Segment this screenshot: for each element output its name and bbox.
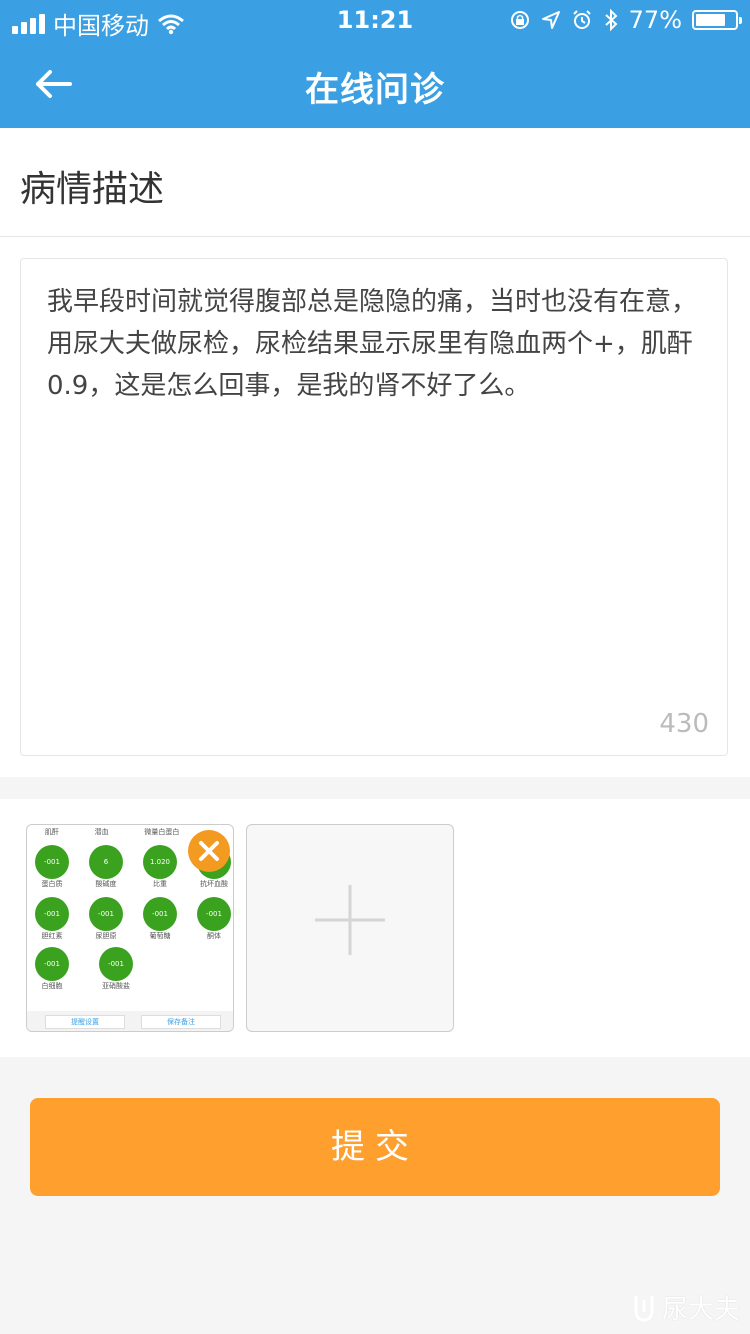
thumb-cell: -001 白细胞 — [35, 947, 69, 991]
thumb-label: 尿胆原 — [95, 932, 117, 940]
top-bar: 中国移动 11:21 77% 在线问诊 — [0, 0, 750, 128]
status-bar: 中国移动 11:21 77% — [0, 0, 750, 40]
alarm-icon — [572, 10, 591, 29]
watermark-text: 尿大夫 — [661, 1295, 740, 1325]
description-panel: 我早段时间就觉得腹部总是隐隐的痛，当时也没有在意，用尿大夫做尿检，尿检结果显示尿… — [0, 237, 750, 777]
thumb-button: 保存备注 — [141, 1015, 221, 1029]
character-count: 430 — [659, 709, 709, 739]
rotation-lock-icon — [510, 11, 529, 29]
description-text: 我早段时间就觉得腹部总是隐隐的痛，当时也没有在意，用尿大夫做尿检，尿检结果显示尿… — [47, 287, 698, 401]
thumb-label: 比重 — [153, 880, 167, 888]
remove-image-button[interactable] — [188, 830, 230, 872]
thumb-label: 胆红素 — [41, 932, 63, 940]
result-circle: -001 — [35, 947, 69, 981]
thumb-label: 微量白蛋白 — [144, 828, 180, 836]
status-right: 77% — [509, 6, 742, 34]
thumb-label: 酮体 — [207, 932, 221, 940]
submit-button[interactable]: 提交 — [30, 1098, 720, 1196]
image-panel: 肌酐 潜血 微量白蛋白 -001 蛋白质 6 酸碱度 1.020 比重 抗坏血酸 -0… — [0, 799, 750, 1057]
location-icon — [541, 11, 560, 29]
thumb-cell: -001 胆红素 — [35, 897, 69, 941]
result-circle: -001 — [35, 897, 69, 931]
thumb-cell: -001 尿胆原 — [89, 897, 123, 941]
thumb-label: 肌酐 — [44, 828, 59, 836]
result-circle: 1.020 — [143, 845, 177, 879]
thumb-label: 酸碱度 — [95, 880, 117, 888]
thumb-label: 抗坏血酸 — [200, 880, 228, 888]
battery-fill — [696, 14, 726, 26]
thumb-cell: -001 蛋白质 — [35, 845, 69, 889]
thumb-label: 葡萄糖 — [149, 932, 171, 940]
thumb-cell: 1.020 比重 — [143, 845, 177, 889]
thumb-label: 潜血 — [94, 828, 109, 836]
thumb-row3: -001 胆红素 -001 尿胆原 -001 葡萄糖 -001 酮体 — [35, 897, 231, 941]
bluetooth-icon — [604, 8, 618, 32]
result-circle: -001 — [35, 845, 69, 879]
page-title: 在线问诊 — [305, 70, 445, 110]
thumb-label: 亚硝酸盐 — [102, 982, 130, 990]
result-circle: -001 — [197, 897, 231, 931]
add-image-button[interactable] — [246, 824, 454, 1032]
close-icon — [199, 841, 219, 861]
page: 中国移动 11:21 77% 在线问诊 病情描述 我早段时间就觉得腹部总是隐隐的… — [0, 0, 750, 1334]
thumb-label: 蛋白质 — [41, 880, 63, 888]
plus-icon — [315, 885, 385, 955]
thumb-bottom-bar: 提醒设置 保存备注 — [27, 1011, 233, 1031]
thumb-row4: -001 白细胞 -001 亚硝酸盐 — [35, 947, 133, 991]
result-circle: 6 — [89, 845, 123, 879]
brand-logo-icon — [634, 1295, 654, 1322]
battery-icon — [692, 10, 742, 30]
result-circle: -001 — [99, 947, 133, 981]
result-circle: -001 — [89, 897, 123, 931]
section-header: 病情描述 — [0, 128, 750, 237]
section-title: 病情描述 — [20, 169, 165, 210]
thumb-cell: -001 酮体 — [197, 897, 231, 941]
thumb-cell: -001 葡萄糖 — [143, 897, 177, 941]
description-textarea[interactable]: 我早段时间就觉得腹部总是隐隐的痛，当时也没有在意，用尿大夫做尿检，尿检结果显示尿… — [20, 258, 728, 756]
thumb-cell: -001 亚硝酸盐 — [99, 947, 133, 991]
brand-watermark: 尿大夫 — [632, 1289, 740, 1326]
thumb-cell: 6 酸碱度 — [89, 845, 123, 889]
result-circle: -001 — [143, 897, 177, 931]
battery-percent: 77% — [628, 6, 682, 34]
thumb-label: 白细胞 — [41, 982, 63, 990]
thumb-button: 提醒设置 — [45, 1015, 125, 1029]
nav-bar: 在线问诊 — [0, 40, 750, 128]
